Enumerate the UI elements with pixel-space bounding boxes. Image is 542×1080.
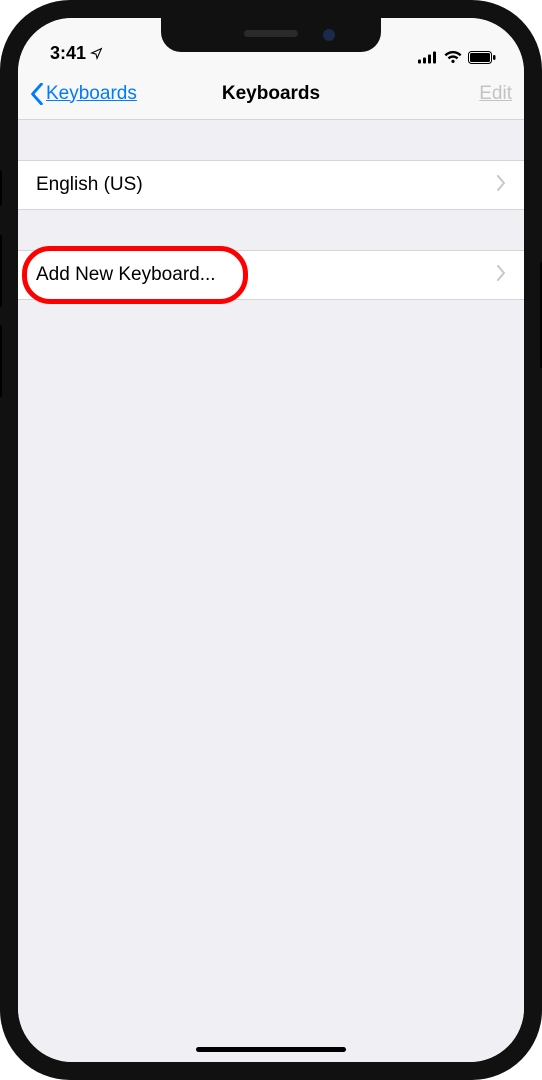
chevron-right-icon	[496, 264, 506, 287]
content-area: English (US) Add New Keyboard...	[18, 120, 524, 1062]
home-indicator[interactable]	[196, 1047, 346, 1052]
status-time: 3:41	[50, 43, 103, 64]
edit-button[interactable]: Edit	[479, 83, 512, 105]
keyboard-row-label: English (US)	[36, 174, 143, 196]
mute-switch	[0, 170, 2, 206]
chevron-left-icon	[30, 83, 44, 105]
wifi-icon	[444, 51, 462, 64]
chevron-right-icon	[496, 174, 506, 197]
cellular-signal-icon	[418, 51, 438, 64]
section-spacer	[18, 210, 524, 250]
volume-down-button	[0, 325, 2, 397]
volume-up-button	[0, 235, 2, 307]
clock-text: 3:41	[50, 43, 86, 64]
front-camera	[323, 29, 335, 41]
status-icons	[418, 51, 496, 64]
battery-icon	[468, 51, 496, 64]
keyboard-row-english-us[interactable]: English (US)	[18, 160, 524, 210]
notch	[161, 18, 381, 52]
screen: 3:41	[18, 18, 524, 1062]
location-icon	[90, 47, 103, 60]
page-title: Keyboards	[222, 83, 320, 105]
add-new-keyboard-label: Add New Keyboard...	[36, 264, 216, 286]
back-label: Keyboards	[46, 83, 137, 105]
iphone-frame: 3:41	[0, 0, 542, 1080]
navigation-bar: Keyboards Keyboards Edit	[18, 68, 524, 120]
back-button[interactable]: Keyboards	[30, 83, 137, 105]
speaker	[244, 30, 298, 37]
add-new-keyboard-row[interactable]: Add New Keyboard...	[18, 250, 524, 300]
section-spacer	[18, 120, 524, 160]
